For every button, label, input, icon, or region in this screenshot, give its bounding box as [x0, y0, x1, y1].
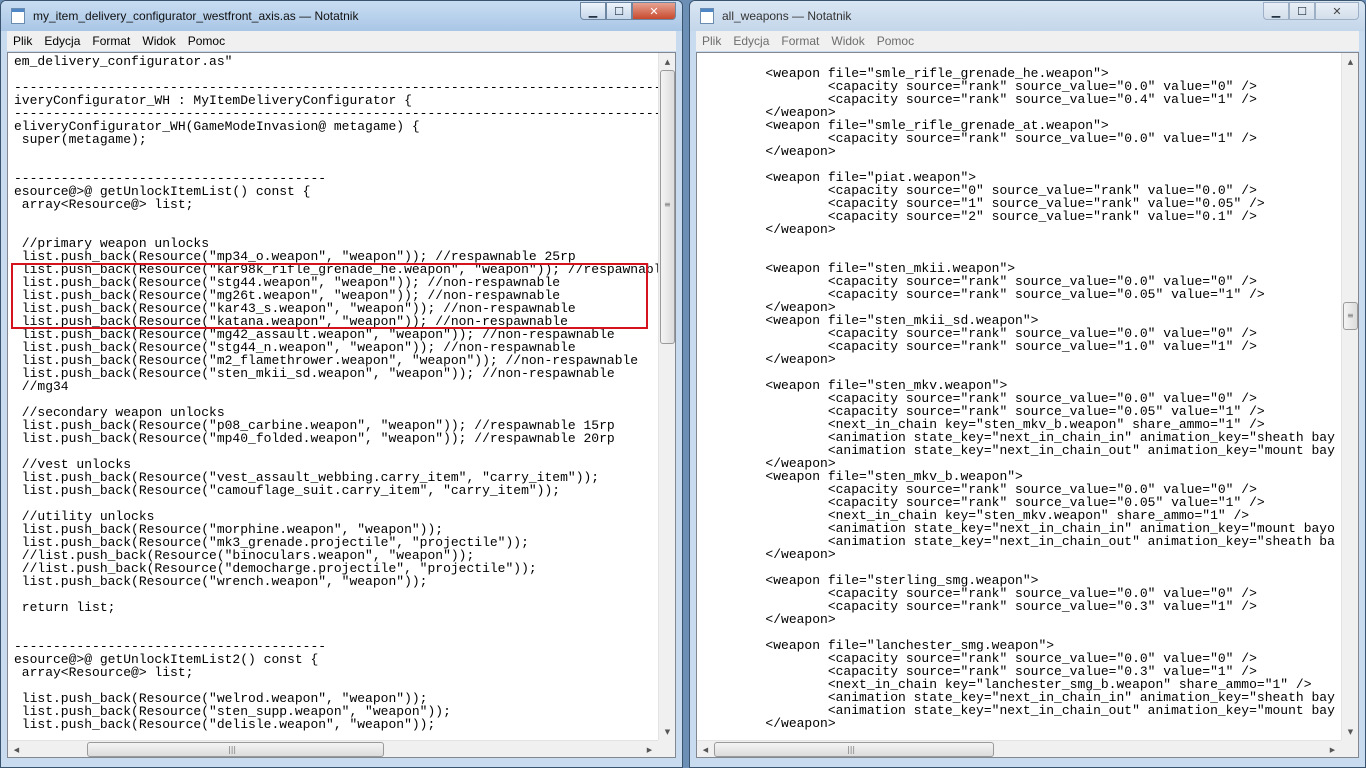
horizontal-scrollbar[interactable]: ◀ ||| ▶ — [697, 740, 1341, 757]
text-editor[interactable]: em_delivery_configurator.as" ------------… — [7, 52, 676, 758]
scroll-up-icon[interactable]: ▲ — [1342, 53, 1358, 70]
horizontal-scrollbar[interactable]: ◀ ||| ▶ — [8, 740, 658, 757]
grip-icon: ≡ — [1347, 311, 1354, 320]
code-line: list.push_back(Resource("mp40_folded.wea… — [14, 431, 615, 446]
minimize-button[interactable]: ▁ — [580, 2, 606, 20]
code-line: list.push_back(Resource("sten_mkii_sd.we… — [14, 366, 615, 381]
code-line: array<Resource@> list; — [14, 197, 194, 212]
menu-edit[interactable]: Edycja — [38, 34, 86, 48]
grip-icon: ≡ — [664, 200, 671, 209]
menu-file[interactable]: Plik — [7, 34, 38, 48]
menu-help[interactable]: Pomoc — [182, 34, 231, 48]
vertical-scrollbar[interactable]: ▲ ≡ ▼ — [1341, 53, 1358, 740]
vertical-scrollbar[interactable]: ▲ ≡ ▼ — [658, 53, 675, 740]
horizontal-scroll-thumb[interactable]: ||| — [714, 742, 994, 757]
code-line: array<Resource@> list; — [14, 665, 194, 680]
maximize-button[interactable]: ☐ — [606, 2, 632, 20]
scroll-right-icon[interactable]: ▶ — [641, 741, 658, 757]
code-line: </weapon> — [703, 222, 836, 237]
title-bar[interactable]: all_weapons — Notatnik ▁ ☐ ✕ — [690, 1, 1365, 31]
code-line: //mg34 — [14, 379, 69, 394]
grip-icon: ||| — [847, 745, 856, 754]
menu-bar: Plik Edycja Format Widok Pomoc — [696, 31, 1359, 51]
close-button[interactable]: ✕ — [632, 2, 676, 20]
code-text-area[interactable]: <weapon file="smle_rifle_grenade_he.weap… — [697, 53, 1341, 740]
menu-format[interactable]: Format — [775, 34, 825, 48]
notepad-window-right[interactable]: all_weapons — Notatnik ▁ ☐ ✕ Plik Edycja… — [689, 0, 1366, 768]
window-title: my_item_delivery_configurator_westfront_… — [33, 9, 359, 23]
scroll-left-icon[interactable]: ◀ — [8, 741, 25, 757]
menu-bar: Plik Edycja Format Widok Pomoc — [7, 31, 676, 51]
notepad-app-icon[interactable] — [11, 8, 25, 24]
scroll-up-icon[interactable]: ▲ — [659, 53, 675, 70]
vertical-scroll-thumb[interactable]: ≡ — [660, 70, 675, 344]
scroll-down-icon[interactable]: ▼ — [659, 723, 675, 740]
menu-file[interactable]: Plik — [696, 34, 727, 48]
scroll-down-icon[interactable]: ▼ — [1342, 723, 1358, 740]
code-text-area[interactable]: em_delivery_configurator.as" ------------… — [8, 53, 658, 740]
maximize-button[interactable]: ☐ — [1289, 2, 1315, 20]
notepad-app-icon[interactable] — [700, 8, 714, 24]
scroll-right-icon[interactable]: ▶ — [1324, 741, 1341, 757]
scrollbar-corner — [1341, 740, 1358, 757]
grip-icon: ||| — [228, 745, 237, 754]
code-line: list.push_back(Resource("delisle.weapon"… — [14, 717, 436, 732]
minimize-button[interactable]: ▁ — [1263, 2, 1289, 20]
menu-view[interactable]: Widok — [136, 34, 181, 48]
code-line: list.push_back(Resource("wrench.weapon",… — [14, 574, 428, 589]
menu-format[interactable]: Format — [86, 34, 136, 48]
text-editor[interactable]: <weapon file="smle_rifle_grenade_he.weap… — [696, 52, 1359, 758]
scroll-left-icon[interactable]: ◀ — [697, 741, 714, 757]
code-line: super(metagame); — [14, 132, 147, 147]
horizontal-scroll-thumb[interactable]: ||| — [87, 742, 384, 757]
scrollbar-corner — [658, 740, 675, 757]
code-line: </weapon> — [703, 547, 836, 562]
title-bar[interactable]: my_item_delivery_configurator_westfront_… — [1, 1, 682, 31]
vertical-scroll-thumb[interactable]: ≡ — [1343, 302, 1358, 330]
notepad-window-left[interactable]: my_item_delivery_configurator_westfront_… — [0, 0, 683, 768]
menu-edit[interactable]: Edycja — [727, 34, 775, 48]
code-line: em_delivery_configurator.as" — [14, 54, 233, 69]
code-line: </weapon> — [703, 612, 836, 627]
menu-help[interactable]: Pomoc — [871, 34, 920, 48]
code-line: list.push_back(Resource("camouflage_suit… — [14, 483, 561, 498]
code-line: </weapon> — [703, 144, 836, 159]
menu-view[interactable]: Widok — [825, 34, 870, 48]
code-line: </weapon> — [703, 352, 836, 367]
window-title: all_weapons — Notatnik — [722, 9, 852, 23]
code-line: </weapon> — [703, 716, 836, 731]
close-button[interactable]: ✕ — [1315, 2, 1359, 20]
code-line: return list; — [14, 600, 116, 615]
